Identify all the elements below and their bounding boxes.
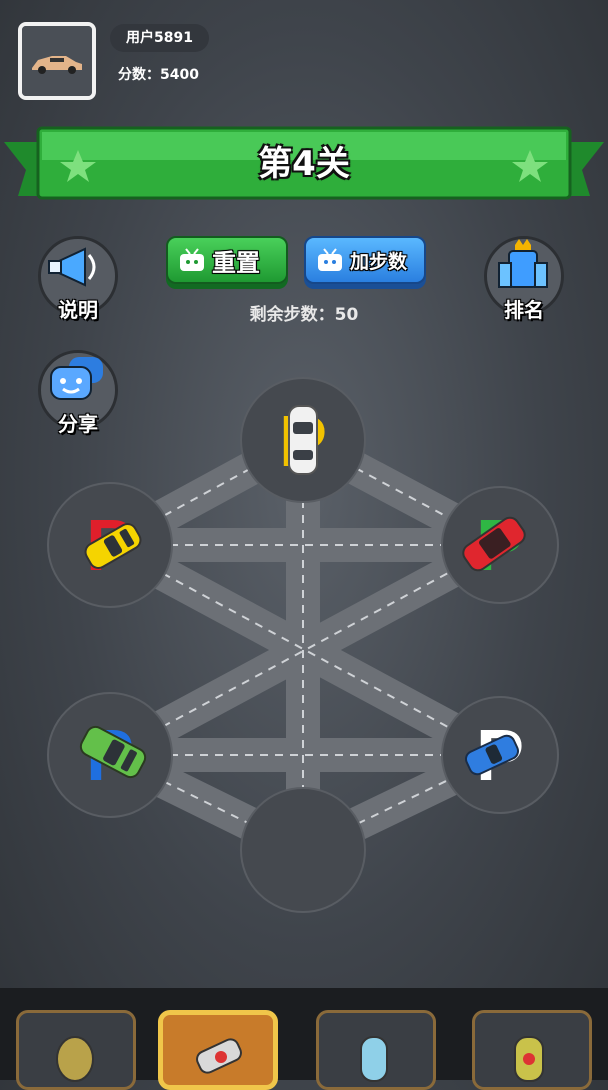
sports-car-avatar-icon	[22, 26, 92, 96]
capsule-item-icon	[360, 1036, 388, 1082]
parking-spot-bottom[interactable]	[240, 787, 366, 913]
reset-button[interactable]: 重置	[166, 236, 288, 284]
score: 分数：5400	[118, 67, 199, 83]
white-car[interactable]	[288, 405, 318, 475]
bomb-item-icon	[514, 1036, 544, 1082]
rocket-item-icon	[196, 1038, 242, 1074]
avatar[interactable]	[18, 22, 96, 100]
level-title: 第4关	[258, 144, 350, 184]
item-slot-capsule[interactable]	[316, 1010, 436, 1090]
item-slot-rocket[interactable]	[158, 1010, 278, 1090]
remaining-steps: 剩余步数：50	[249, 305, 359, 325]
trophy-icon	[498, 239, 548, 288]
add-steps-label: 加步数	[350, 250, 408, 273]
egg-item-icon	[56, 1036, 94, 1082]
add-steps-button[interactable]: 加步数	[304, 236, 426, 284]
reset-label: 重置	[212, 248, 260, 277]
megaphone-icon	[48, 247, 96, 287]
item-slot-egg[interactable]	[16, 1010, 136, 1090]
tv-video-icon	[318, 248, 342, 271]
item-slot-bomb[interactable]	[472, 1010, 592, 1090]
tv-video-icon	[180, 248, 204, 271]
username: 用户5891	[110, 24, 209, 52]
parking-board: P P P P P	[47, 377, 559, 913]
